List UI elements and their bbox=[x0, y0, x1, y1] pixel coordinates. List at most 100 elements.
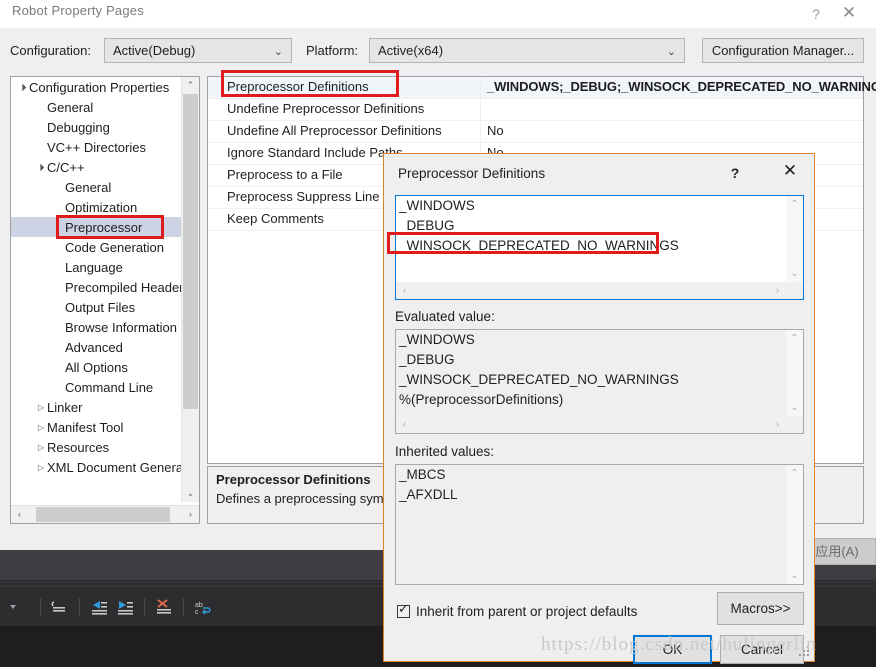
scroll-down-icon[interactable]: ⌄ bbox=[182, 485, 199, 502]
configuration-select[interactable]: Active(Debug) ⌄ bbox=[104, 38, 292, 63]
tree-item-c-c[interactable]: ◢ C/C++ bbox=[11, 157, 182, 177]
help-icon[interactable]: ? bbox=[804, 2, 828, 26]
annotation-box-winsock-define bbox=[387, 232, 659, 254]
property-value[interactable]: _WINDOWS;_DEBUG;_WINSOCK_DEPRECATED_NO_W… bbox=[487, 79, 876, 94]
property-value[interactable]: No bbox=[487, 123, 504, 138]
tree-item-code-generation[interactable]: Code Generation bbox=[11, 237, 182, 257]
configuration-select-value: Active(Debug) bbox=[113, 43, 196, 58]
evaluated-line: _WINDOWS bbox=[399, 332, 475, 347]
dropdown-caret-icon[interactable] bbox=[8, 594, 34, 620]
tree-item-general[interactable]: General bbox=[11, 177, 182, 197]
word-wrap-icon[interactable]: ab c bbox=[190, 594, 216, 620]
scroll-right-icon[interactable]: › bbox=[769, 282, 786, 299]
twisty-collapsed-icon[interactable]: ▷ bbox=[35, 398, 47, 418]
platform-select[interactable]: Active(x64) ⌄ bbox=[369, 38, 685, 63]
property-row[interactable]: Undefine Preprocessor Definitions bbox=[208, 99, 863, 121]
remove-whitespace-icon[interactable] bbox=[151, 594, 177, 620]
column-splitter[interactable] bbox=[480, 121, 481, 142]
description-title: Preprocessor Definitions bbox=[216, 472, 371, 487]
property-row[interactable]: Undefine All Preprocessor Definitions No bbox=[208, 121, 863, 143]
column-splitter[interactable] bbox=[480, 77, 481, 98]
tree-item-language[interactable]: Language bbox=[11, 257, 182, 277]
twisty-collapsed-icon[interactable]: ▷ bbox=[35, 418, 47, 438]
cancel-button[interactable]: Cancel bbox=[720, 635, 804, 664]
tree-hscrollbar-thumb[interactable] bbox=[36, 507, 170, 522]
configuration-manager-button[interactable]: Configuration Manager... bbox=[702, 38, 864, 63]
evaluated-line: %(PreprocessorDefinitions) bbox=[399, 392, 564, 407]
scroll-left-icon[interactable]: ‹ bbox=[396, 282, 413, 299]
annotation-box-preprocessor-definitions-row bbox=[221, 70, 399, 97]
tree-item-optimization[interactable]: Optimization bbox=[11, 197, 182, 217]
tree-item-linker[interactable]: ▷ Linker bbox=[11, 397, 182, 417]
tree-item-output-files[interactable]: Output Files bbox=[11, 297, 182, 317]
inherited-vertical-scrollbar[interactable]: ⌃ ⌄ bbox=[786, 465, 803, 584]
tree-horizontal-scrollbar[interactable]: ‹ › bbox=[11, 505, 199, 523]
inherit-defaults-checkbox-row[interactable]: Inherit from parent or project defaults bbox=[397, 601, 637, 621]
scroll-left-icon[interactable]: ‹ bbox=[11, 506, 28, 523]
tree-item-advanced[interactable]: Advanced bbox=[11, 337, 182, 357]
tree-item-general[interactable]: General bbox=[11, 97, 182, 117]
uncomment-icon[interactable] bbox=[47, 594, 73, 620]
property-name: Ignore Standard Include Paths bbox=[227, 145, 403, 160]
tree-item-browse-information[interactable]: Browse Information bbox=[11, 317, 182, 337]
tree-item-xml-document-generator[interactable]: ▷XML Document Generator bbox=[11, 457, 182, 477]
chevron-down-icon: ⌄ bbox=[666, 46, 676, 58]
scroll-up-icon[interactable]: ⌃ bbox=[786, 330, 803, 347]
toolbar-separator bbox=[183, 598, 184, 616]
tree-item-vc-directories[interactable]: VC++ Directories bbox=[11, 137, 182, 157]
scroll-up-icon[interactable]: ⌃ bbox=[182, 77, 199, 94]
decrease-indent-icon[interactable] bbox=[86, 594, 112, 620]
dialog-close-icon[interactable]: ✕ bbox=[778, 161, 802, 183]
scroll-right-icon[interactable]: › bbox=[182, 506, 199, 523]
inherit-defaults-checkbox[interactable] bbox=[397, 602, 410, 618]
scroll-down-icon[interactable]: ⌄ bbox=[786, 265, 803, 282]
tree-item-precompiled-headers[interactable]: Precompiled Headers bbox=[11, 277, 182, 297]
scroll-left-icon[interactable]: ‹ bbox=[396, 416, 413, 433]
scroll-down-icon[interactable]: ⌄ bbox=[786, 399, 803, 416]
tree-item-label: Advanced bbox=[65, 339, 123, 355]
configuration-tree[interactable]: ◢ Configuration Properties General Debuggin… bbox=[10, 76, 200, 524]
svg-text:ab: ab bbox=[195, 602, 203, 609]
increase-indent-icon[interactable] bbox=[112, 594, 138, 620]
evaluated-horizontal-scrollbar[interactable]: ‹ › bbox=[396, 416, 803, 433]
tree-item-manifest-tool[interactable]: ▷ Manifest Tool bbox=[11, 417, 182, 437]
tree-item-resources[interactable]: ▷ Resources bbox=[11, 437, 182, 457]
tree-item-debugging[interactable]: Debugging bbox=[11, 117, 182, 137]
scroll-down-icon[interactable]: ⌄ bbox=[786, 567, 803, 584]
resize-grip[interactable] bbox=[799, 646, 811, 658]
scrollbar-corner bbox=[786, 282, 803, 299]
macros-button[interactable]: Macros>> bbox=[717, 592, 804, 625]
evaluated-vertical-scrollbar[interactable]: ⌃ ⌄ bbox=[786, 330, 803, 416]
inherited-values-textarea: _MBCS _AFXDLL ⌃ ⌄ bbox=[395, 464, 804, 585]
scrollbar-corner bbox=[786, 416, 803, 433]
close-icon[interactable]: ✕ bbox=[836, 2, 862, 26]
inherited-values-content: _MBCS _AFXDLL bbox=[396, 465, 786, 584]
page-title: Robot Property Pages bbox=[12, 3, 144, 18]
toolbar-separator bbox=[79, 598, 80, 616]
inherit-defaults-label: Inherit from parent or project defaults bbox=[416, 603, 638, 619]
tree-item-label: Configuration Properties bbox=[29, 79, 170, 95]
scroll-right-icon[interactable]: › bbox=[769, 416, 786, 433]
definitions-horizontal-scrollbar[interactable]: ‹ › bbox=[396, 282, 803, 299]
tree-item-configuration-properties[interactable]: ◢ Configuration Properties bbox=[11, 77, 182, 97]
tree-item-label: Code Generation bbox=[65, 239, 165, 255]
configuration-label: Configuration: bbox=[10, 43, 91, 58]
definitions-vertical-scrollbar[interactable]: ⌃ ⌄ bbox=[786, 196, 803, 282]
property-name: Preprocess to a File bbox=[227, 167, 343, 182]
platform-label: Platform: bbox=[306, 43, 359, 58]
tree-item-all-options[interactable]: All Options bbox=[11, 357, 182, 377]
tree-vertical-scrollbar[interactable]: ⌃ ⌄ bbox=[181, 77, 199, 502]
scroll-up-icon[interactable]: ⌃ bbox=[786, 196, 803, 213]
tree-item-label: VC++ Directories bbox=[47, 139, 146, 155]
twisty-collapsed-icon[interactable]: ▷ bbox=[35, 458, 47, 478]
tree-item-label: Resources bbox=[47, 439, 110, 455]
twisty-collapsed-icon[interactable]: ▷ bbox=[35, 438, 47, 458]
column-splitter[interactable] bbox=[480, 99, 481, 120]
tree-item-command-line[interactable]: Command Line bbox=[11, 377, 182, 397]
svg-text:c: c bbox=[195, 609, 199, 616]
toolbar-separator bbox=[40, 598, 41, 616]
tree-scrollbar-thumb[interactable] bbox=[183, 94, 198, 409]
scroll-up-icon[interactable]: ⌃ bbox=[786, 465, 803, 482]
ok-button[interactable]: OK bbox=[633, 635, 712, 664]
dialog-help-icon[interactable]: ? bbox=[724, 162, 746, 184]
